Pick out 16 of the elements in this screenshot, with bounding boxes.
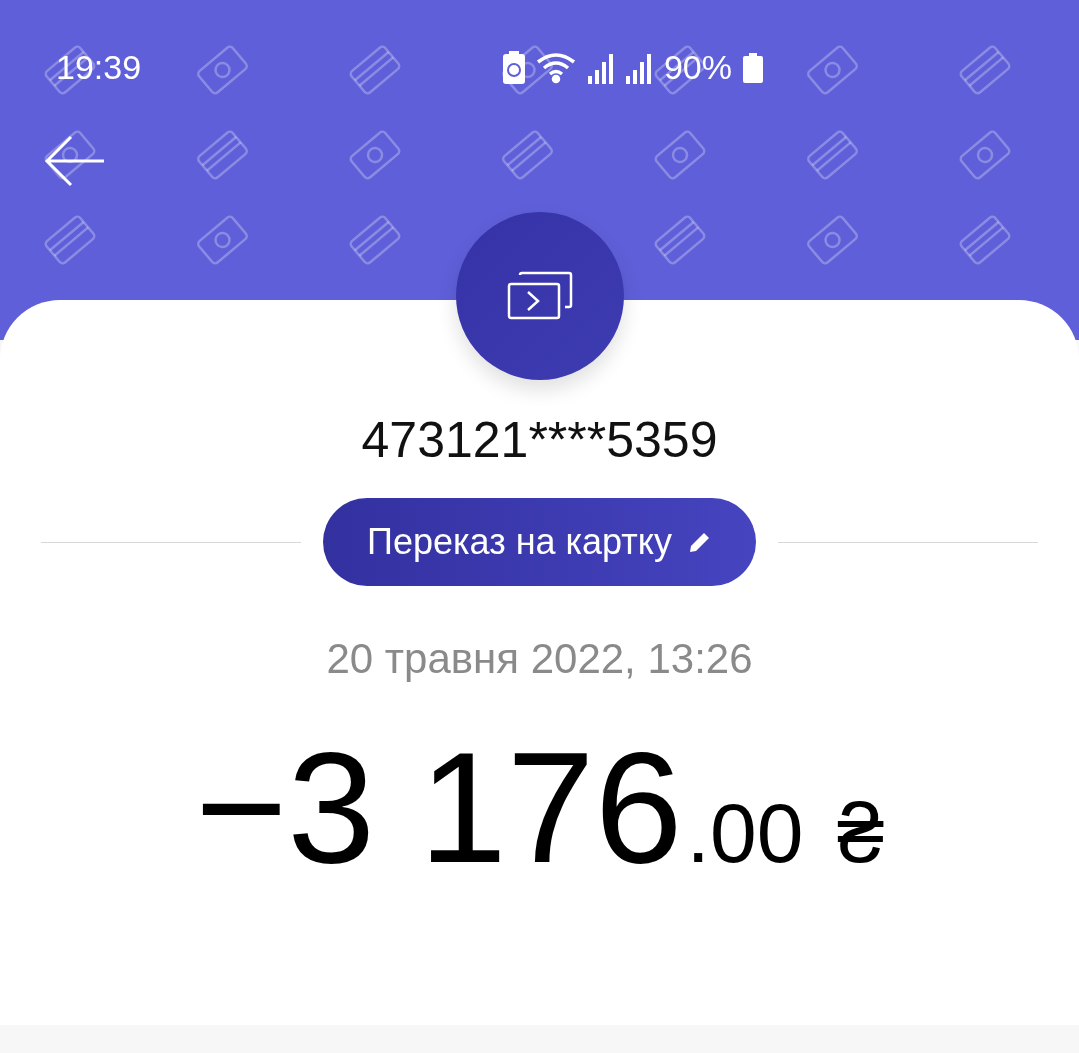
amount-fraction: .00	[686, 785, 804, 882]
status-time: 19:39	[56, 48, 143, 87]
battery-percentage: 90%	[663, 48, 732, 87]
wifi-icon	[535, 51, 578, 84]
amount-integer: −3 176	[194, 722, 683, 892]
category-chip[interactable]: Переказ на картку	[323, 498, 756, 586]
back-arrow-icon[interactable]	[44, 135, 106, 187]
battery-icon	[742, 52, 764, 83]
signal-icon	[625, 51, 654, 84]
battery-saver-icon	[501, 50, 526, 85]
signal-icon	[587, 51, 616, 84]
card-number: 473121****5359	[361, 411, 718, 470]
currency-sign: ₴	[837, 785, 885, 882]
card-transfer-icon	[507, 271, 573, 321]
edit-pencil-icon	[688, 530, 712, 554]
transaction-date: 20 травня 2022, 13:26	[326, 634, 753, 684]
